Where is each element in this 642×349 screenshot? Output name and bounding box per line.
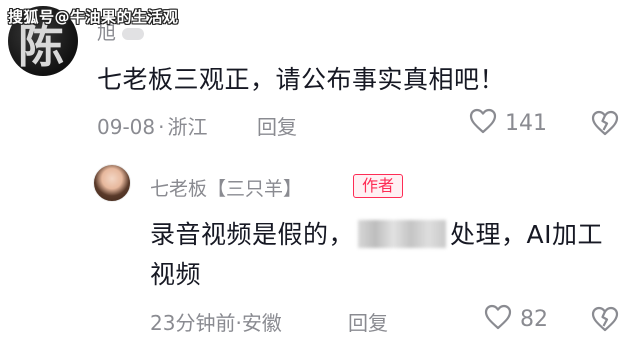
reply-username[interactable]: 七老板【三只羊】	[150, 174, 302, 201]
redacted-blur	[358, 220, 447, 248]
reply-reply-button[interactable]: 回复	[348, 307, 388, 336]
reply-dislike-button[interactable]	[591, 306, 619, 336]
reply-text-before: 录音视频是假的，	[150, 220, 355, 249]
reply-location: 安徽	[241, 311, 282, 335]
reply-text: 录音视频是假的， 处理，AI加工视频	[150, 215, 620, 295]
comment-date: 09-08	[97, 115, 156, 139]
like-count: 141	[505, 110, 547, 136]
comment-meta: 09-08 · 浙江	[97, 111, 207, 140]
reply-item: 七老板【三只羊】 作者 录音视频是假的， 处理，AI加工视频 23分钟前·安徽 回…	[0, 160, 642, 340]
reply-time: 23分钟前	[150, 311, 236, 335]
comment-location: 浙江	[167, 115, 208, 139]
level-badge-icon	[122, 27, 145, 40]
dislike-button[interactable]	[591, 110, 619, 140]
like-button[interactable]: 141	[469, 108, 547, 138]
comment-text: 七老板三观正，请公布事实真相吧！	[97, 65, 506, 94]
reply-like-button[interactable]: 82	[484, 304, 548, 334]
meta-separator: ·	[158, 115, 165, 139]
reply-avatar[interactable]	[93, 164, 131, 202]
heart-icon	[484, 304, 512, 334]
reply-like-count: 82	[520, 306, 548, 332]
broken-heart-icon	[591, 110, 619, 136]
heart-icon	[469, 108, 497, 138]
author-badge: 作者	[353, 174, 403, 198]
broken-heart-icon	[591, 306, 619, 332]
watermark: 搜狐号@牛油果的生活观	[8, 8, 179, 26]
reply-button[interactable]: 回复	[257, 111, 297, 140]
reply-meta: 23分钟前·安徽	[150, 307, 282, 336]
